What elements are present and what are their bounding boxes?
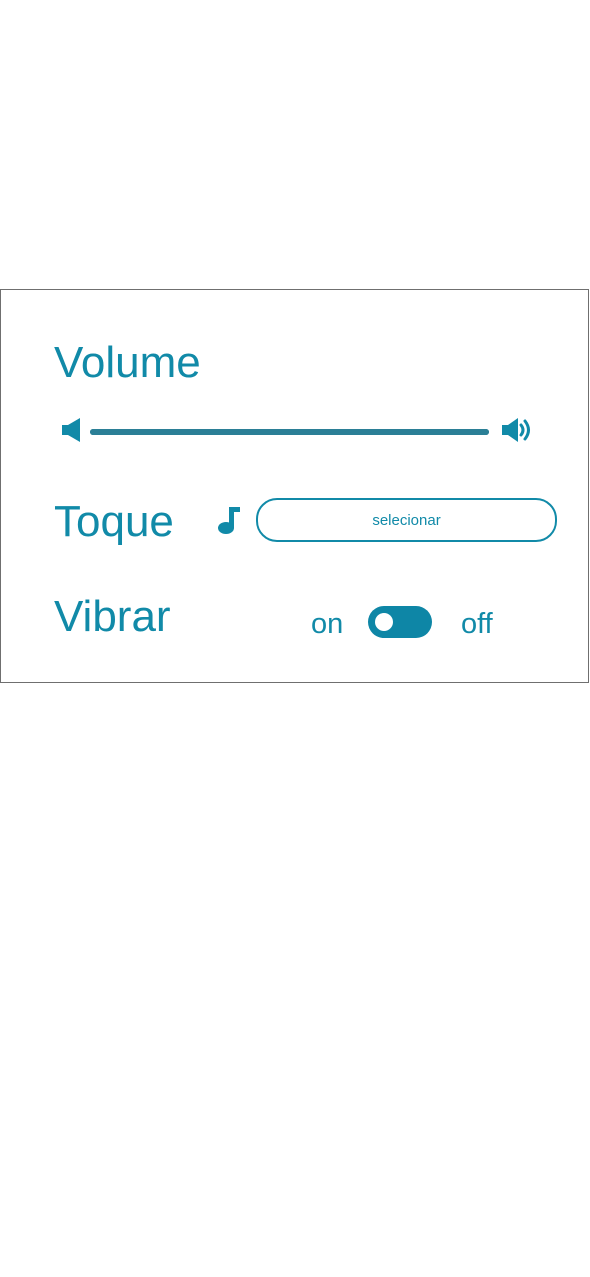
- volume-title: Volume: [54, 338, 201, 387]
- vibrate-title: Vibrar: [54, 592, 171, 641]
- volume-slider-fill: [90, 429, 489, 435]
- volume-high-icon[interactable]: [501, 414, 533, 446]
- sound-settings-panel: Volume Toque selecionar Vibrar on off: [0, 289, 589, 683]
- music-note-icon: [218, 507, 240, 534]
- vibrate-on-label: on: [311, 608, 344, 640]
- vibrate-toggle[interactable]: [368, 606, 432, 638]
- select-ringtone-button[interactable]: selecionar: [256, 498, 557, 542]
- volume-slider[interactable]: [90, 429, 489, 435]
- ringtone-title: Toque: [54, 497, 174, 546]
- vibrate-toggle-knob: [375, 613, 393, 631]
- vibrate-off-label: off: [461, 608, 493, 640]
- volume-low-icon[interactable]: [61, 417, 83, 443]
